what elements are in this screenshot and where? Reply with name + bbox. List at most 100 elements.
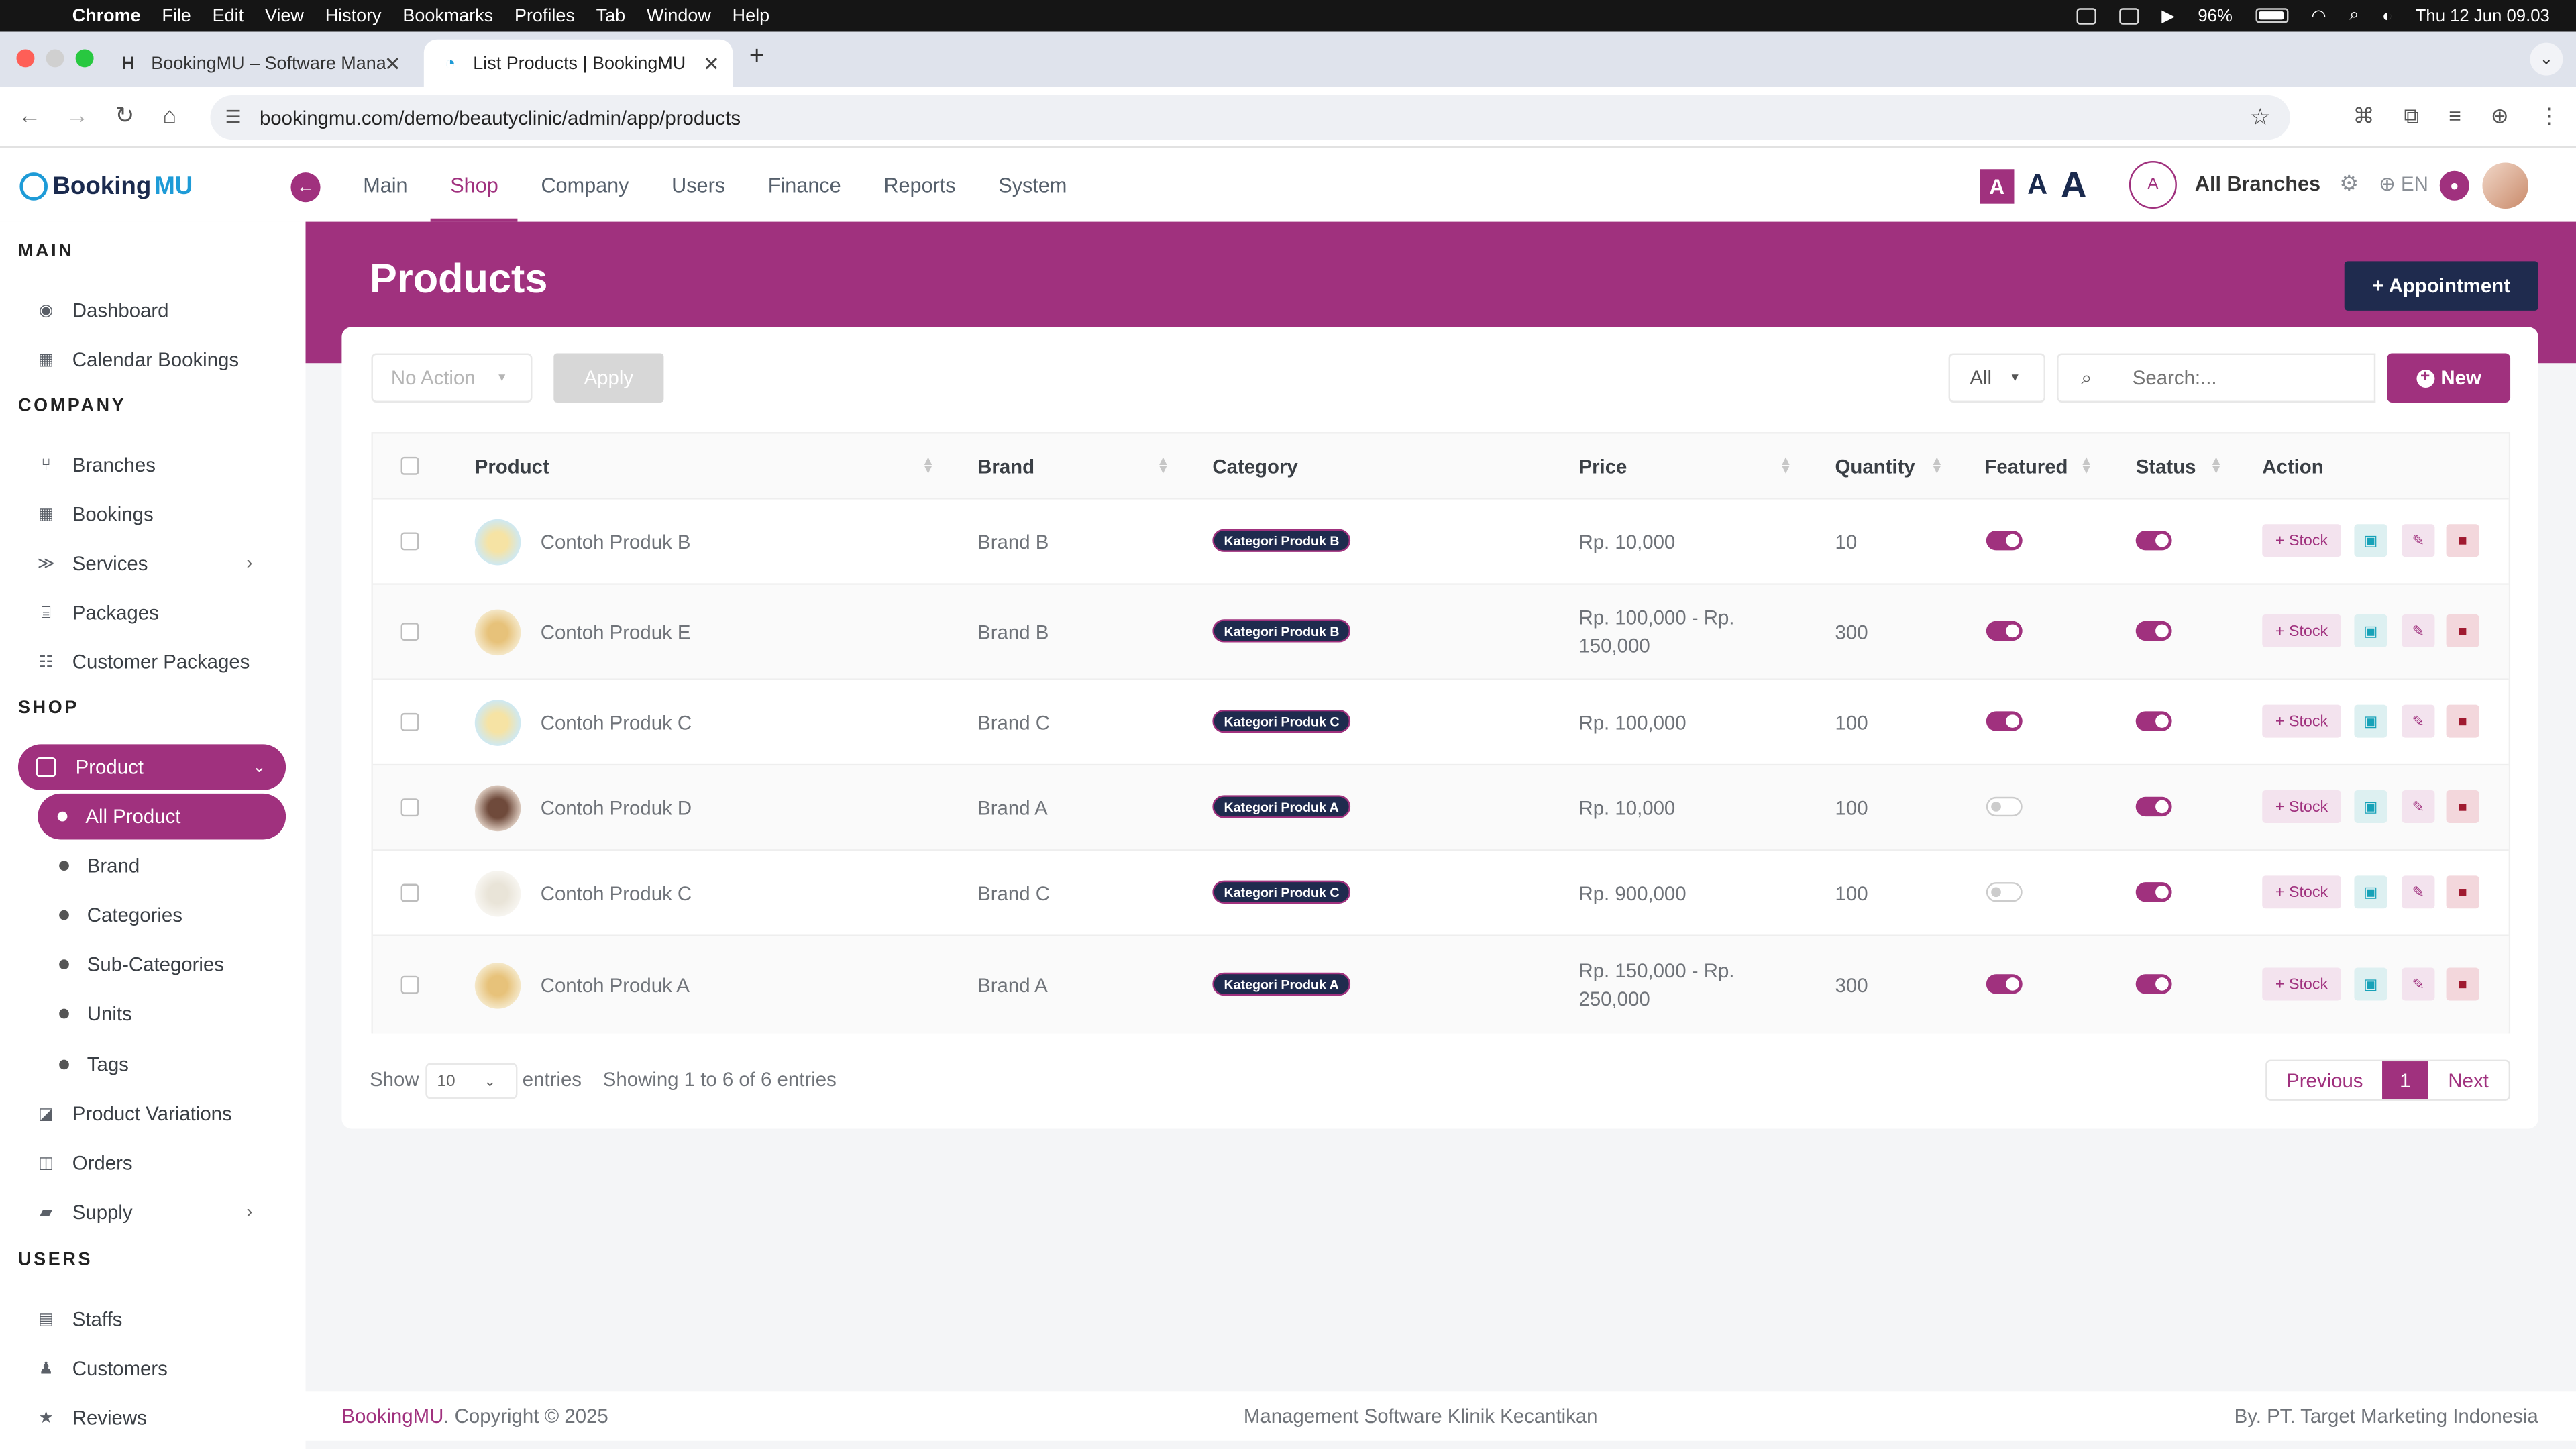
sidebar-item-reviews[interactable]: ★ Reviews xyxy=(36,1406,147,1429)
edit-pencil-icon[interactable]: ✎ xyxy=(2402,614,2435,647)
reload-icon[interactable]: ↻ xyxy=(115,102,134,130)
footer-brand-link[interactable]: BookingMU xyxy=(341,1405,443,1428)
nav-company[interactable]: Company xyxy=(541,148,629,221)
product-name[interactable]: Contoh Produk A xyxy=(541,974,690,997)
sidebar-item-packages[interactable]: ⌸ Packages xyxy=(36,601,159,624)
add-stock-button[interactable]: + Stock xyxy=(2262,790,2341,823)
product-name[interactable]: Contoh Produk E xyxy=(541,621,691,644)
sort-icon[interactable]: ▲ ▼ xyxy=(1157,454,1169,476)
sidebar-item-customers[interactable]: ♟ Customers xyxy=(36,1357,168,1380)
select-all-checkbox[interactable] xyxy=(400,456,419,475)
sidebar-subitem-units[interactable]: Units xyxy=(59,1002,132,1025)
search-icon[interactable]: ⌕ xyxy=(2057,353,2116,403)
image-icon[interactable]: ▣ xyxy=(2354,967,2387,1001)
delete-trash-icon[interactable]: ■ xyxy=(2446,704,2479,738)
sidebar-subitem-sub-categories[interactable]: Sub-Categories xyxy=(59,953,224,976)
row-checkbox[interactable] xyxy=(400,975,419,994)
sort-icon[interactable]: ▲ ▼ xyxy=(1779,454,1792,476)
mirror-icon[interactable] xyxy=(2118,7,2139,24)
notification-bell-icon[interactable]: ● xyxy=(2439,170,2469,201)
back-icon[interactable]: ← xyxy=(18,102,41,128)
delete-trash-icon[interactable]: ■ xyxy=(2446,614,2479,647)
new-product-button[interactable]: + New xyxy=(2387,353,2511,403)
battery-icon[interactable] xyxy=(2255,8,2289,23)
sort-icon[interactable]: ▲ ▼ xyxy=(2080,454,2092,476)
font-size-small[interactable]: A xyxy=(1980,168,2015,203)
status-toggle[interactable] xyxy=(2135,974,2172,994)
user-avatar[interactable] xyxy=(2482,162,2529,209)
bookingmu-logo[interactable]: Booking MU xyxy=(19,172,193,201)
col-status[interactable]: Status xyxy=(2136,455,2196,478)
sidebar-subitem-categories[interactable]: Categories xyxy=(59,904,182,926)
sidebar-item-supply[interactable]: ▰ Supply › xyxy=(36,1201,252,1224)
product-name[interactable]: Contoh Produk D xyxy=(541,797,692,820)
screen-icon[interactable] xyxy=(2076,7,2096,24)
browser-tab-products[interactable]: ◔ List Products | BookingMU ✕ xyxy=(423,39,733,87)
image-icon[interactable]: ▣ xyxy=(2354,614,2387,647)
sidebar-item-bookings[interactable]: ▦ Bookings xyxy=(36,502,154,525)
nav-users[interactable]: Users xyxy=(672,148,725,221)
sort-icon[interactable]: ▲ ▼ xyxy=(922,454,934,476)
menu-profiles[interactable]: Profiles xyxy=(515,6,575,25)
add-stock-button[interactable]: + Stock xyxy=(2262,524,2341,557)
sidebar-item-dashboard[interactable]: ◉ Dashboard xyxy=(36,299,169,322)
col-price[interactable]: Price xyxy=(1578,455,1627,478)
col-product[interactable]: Product xyxy=(475,455,549,478)
row-checkbox[interactable] xyxy=(400,712,419,731)
featured-toggle[interactable] xyxy=(1986,974,2023,994)
sidebar-item-product-variations[interactable]: ◪ Product Variations xyxy=(36,1102,232,1125)
sidebar-item-calendar-bookings[interactable]: ▦ Calendar Bookings xyxy=(36,348,239,371)
edit-pencil-icon[interactable]: ✎ xyxy=(2402,790,2435,823)
menu-bookmarks[interactable]: Bookmarks xyxy=(402,6,493,25)
sidebar-item-staffs[interactable]: ▤ Staffs xyxy=(36,1307,122,1330)
delete-trash-icon[interactable]: ■ xyxy=(2446,875,2479,909)
edit-pencil-icon[interactable]: ✎ xyxy=(2402,524,2435,557)
edit-pencil-icon[interactable]: ✎ xyxy=(2402,704,2435,738)
sidebar-item-branches[interactable]: ⑂ Branches xyxy=(36,453,156,476)
nav-finance[interactable]: Finance xyxy=(768,148,841,221)
control-center-icon[interactable]: ◐ xyxy=(2382,6,2393,25)
forward-icon[interactable]: → xyxy=(66,102,89,128)
close-window-icon[interactable] xyxy=(16,49,35,68)
apply-button[interactable]: Apply xyxy=(553,353,664,403)
site-settings-icon[interactable]: ☰ xyxy=(225,107,241,128)
sidebar-subitem-tags[interactable]: Tags xyxy=(59,1053,129,1076)
delete-trash-icon[interactable]: ■ xyxy=(2446,524,2479,557)
product-name[interactable]: Contoh Produk B xyxy=(541,531,691,553)
translate-icon[interactable]: ⌘ xyxy=(2353,103,2374,129)
branch-selector[interactable]: All Branches xyxy=(2195,172,2320,195)
add-stock-button[interactable]: + Stock xyxy=(2262,967,2341,1001)
add-appointment-button[interactable]: + Appointment xyxy=(2344,261,2538,311)
bulk-action-select[interactable]: No Action ▼ xyxy=(371,353,533,403)
menu-window[interactable]: Window xyxy=(647,6,711,25)
status-toggle[interactable] xyxy=(2135,711,2172,731)
row-checkbox[interactable] xyxy=(400,798,419,817)
font-size-large[interactable]: A xyxy=(2061,167,2087,204)
status-toggle[interactable] xyxy=(2135,621,2172,641)
previous-page-button[interactable]: Previous xyxy=(2267,1061,2382,1099)
sidebar-item-product[interactable]: Product ⌄ xyxy=(17,744,286,790)
nav-system[interactable]: System xyxy=(998,148,1067,221)
next-page-button[interactable]: Next xyxy=(2428,1061,2509,1099)
delete-trash-icon[interactable]: ■ xyxy=(2446,790,2479,823)
close-tab-icon[interactable]: ✕ xyxy=(384,52,401,74)
font-size-medium[interactable]: A xyxy=(2027,169,2047,202)
add-stock-button[interactable]: + Stock xyxy=(2262,614,2341,647)
extensions-icon[interactable]: ⧉ xyxy=(2404,103,2419,129)
image-icon[interactable]: ▣ xyxy=(2354,704,2387,738)
close-tab-icon[interactable]: ✕ xyxy=(703,52,720,74)
collapse-sidebar-icon[interactable]: ← xyxy=(290,172,321,203)
gear-icon[interactable]: ⚙ xyxy=(2339,171,2359,197)
sidebar-item-customer-packages[interactable]: ☷ Customer Packages xyxy=(36,651,250,674)
media-icon[interactable]: ≡ xyxy=(2449,103,2461,129)
search-icon[interactable]: ⌕ xyxy=(2349,5,2359,26)
featured-toggle[interactable] xyxy=(1986,711,2023,731)
featured-toggle[interactable] xyxy=(1986,621,2023,641)
zoom-window-icon[interactable] xyxy=(75,49,94,68)
menu-view[interactable]: View xyxy=(265,6,304,25)
browser-menu-icon[interactable]: ⋮ xyxy=(2538,103,2560,129)
delete-trash-icon[interactable]: ■ xyxy=(2446,967,2479,1001)
row-checkbox[interactable] xyxy=(400,623,419,641)
col-featured[interactable]: Featured xyxy=(1984,455,2068,478)
url-field[interactable]: ☰ bookingmu.com/demo/beautyclinic/admin/… xyxy=(210,95,2290,140)
